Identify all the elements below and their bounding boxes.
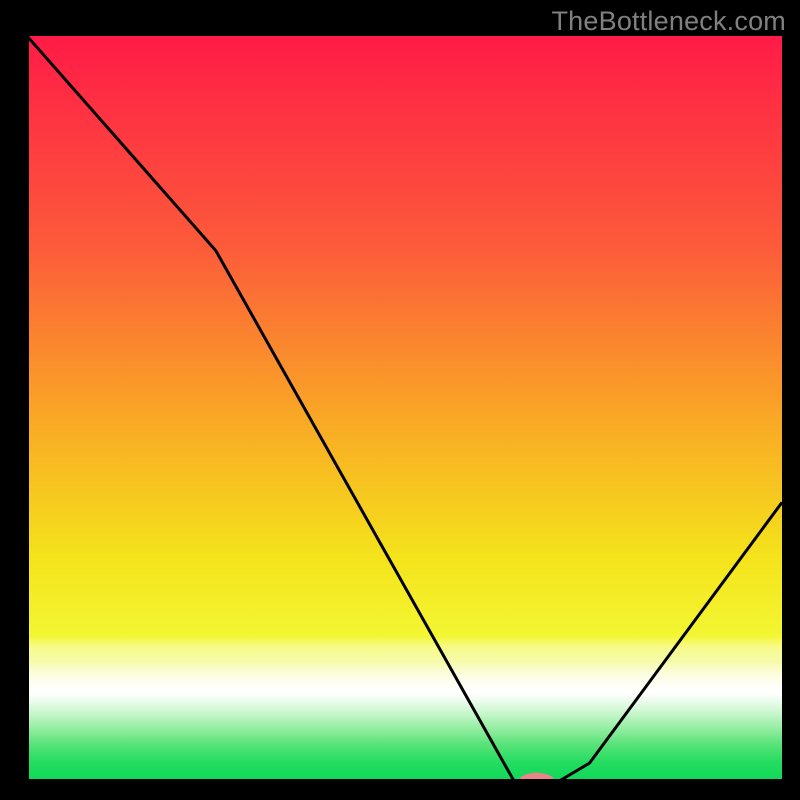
gradient-background — [27, 36, 782, 781]
chart-frame: TheBottleneck.com — [0, 0, 800, 800]
bottleneck-chart — [0, 0, 800, 800]
